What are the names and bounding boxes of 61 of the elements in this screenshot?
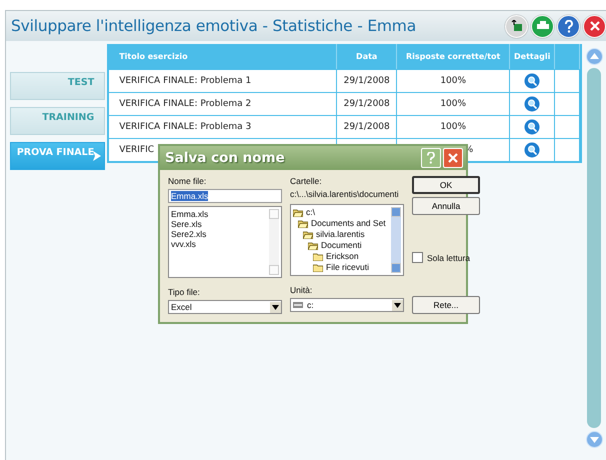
column-header: Data (356, 52, 378, 61)
magnifier-icon[interactable] (524, 96, 540, 112)
printer-icon[interactable] (531, 14, 554, 38)
field-label: Nome file: (168, 176, 208, 186)
list-item[interactable]: silvia.larentis (316, 229, 365, 240)
list-item[interactable]: File ricevuti (326, 262, 369, 273)
column-header: Risposte corrette/tot (406, 52, 500, 61)
table-cell: 29/1/2008 (344, 99, 390, 109)
dropdown[interactable]: c: (290, 298, 404, 312)
scrollbar-track[interactable] (587, 68, 602, 428)
field-label: Cartelle: (290, 176, 323, 186)
folder-list[interactable]: c:\ Documents and Set silvia.larentis Documenti Erickson File ricevuti (290, 204, 404, 276)
scrollbar[interactable] (269, 209, 279, 275)
table-cell: 29/1/2008 (344, 76, 390, 86)
file-list[interactable]: Emma.xls Sere.xls Sere2.xls vvv.xls (168, 206, 282, 278)
table-cell: 100% (440, 76, 466, 86)
list-item[interactable]: vvv.xls (171, 239, 267, 249)
input-field[interactable]: Emma.xls (168, 189, 282, 203)
export-icon[interactable] (505, 14, 528, 38)
magnifier-icon[interactable] (524, 73, 540, 89)
table-cell: 100% (440, 99, 466, 109)
list-item[interactable]: Documents and Set (311, 218, 386, 229)
network-button[interactable]: Rete... (412, 296, 480, 314)
magnifier-icon[interactable] (524, 142, 540, 158)
dropdown[interactable]: Excel (168, 300, 282, 314)
caret-icon (394, 302, 401, 308)
close-button[interactable] (443, 148, 463, 168)
list-item[interactable]: Documenti (321, 240, 362, 251)
list-item[interactable]: Erickson (326, 251, 359, 262)
magnifier-icon[interactable] (524, 119, 540, 135)
caret-icon (272, 304, 279, 310)
checkbox-label: Sola lettura (427, 252, 470, 262)
folder-path: c:\...\silvia.larentis\documenti (290, 189, 400, 199)
table-cell: 100% (440, 122, 466, 132)
list-item[interactable]: Sere.xls (171, 219, 267, 229)
close-icon[interactable] (583, 14, 606, 38)
table-cell: VERIFIC (119, 145, 154, 155)
close-icon (448, 153, 458, 163)
cancel-button[interactable]: Annulla (412, 197, 480, 215)
window-title: Sviluppare l'intelligenza emotiva - Statistiche - Emma (11, 17, 416, 35)
help-icon (427, 152, 435, 164)
field-label: Unità: (290, 285, 314, 295)
list-item[interactable]: Emma.xls (171, 209, 267, 219)
arrow-icon (93, 151, 102, 161)
list-item[interactable]: Sere2.xls (171, 229, 267, 239)
drive-icon (293, 302, 303, 308)
ok-button[interactable]: OK (412, 176, 480, 194)
table-cell: 29/1/2008 (344, 122, 390, 132)
column-header: Dettagli (514, 52, 550, 61)
list-item[interactable]: c:\ (306, 207, 315, 218)
dialog-title: Salva con nome (165, 150, 285, 166)
column-header: Titolo esercizio (119, 52, 188, 61)
field-label: Tipo file: (168, 287, 201, 297)
checkbox[interactable] (412, 252, 423, 263)
table-cell: VERIFICA FINALE: Problema 1 (119, 76, 252, 86)
table-cell: VERIFICA FINALE: Problema 3 (119, 122, 252, 132)
scroll-up-icon[interactable] (586, 48, 603, 65)
scrollbar[interactable] (391, 207, 401, 273)
table-cell: VERIFICA FINALE: Problema 2 (119, 99, 252, 109)
help-icon[interactable] (557, 14, 580, 38)
scroll-down-icon[interactable] (586, 431, 603, 448)
